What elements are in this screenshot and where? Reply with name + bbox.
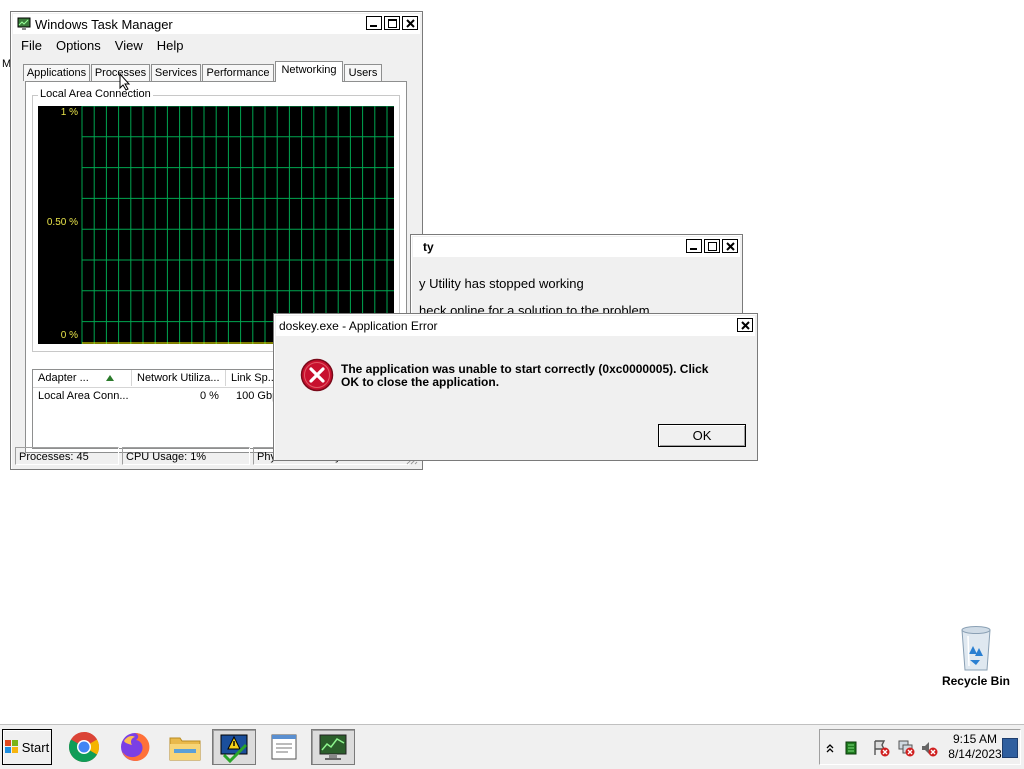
column-adapter-label: Adapter ... — [38, 372, 89, 384]
tab-services[interactable]: Services — [151, 64, 201, 81]
minimize-button[interactable] — [366, 16, 382, 30]
stopped-working-message: y Utility has stopped working — [419, 276, 584, 291]
windows-logo-icon — [4, 740, 18, 753]
close-icon — [740, 320, 750, 330]
sort-ascending-icon — [106, 375, 114, 381]
file-explorer-button[interactable] — [163, 729, 207, 765]
back-minimize-button[interactable] — [686, 239, 702, 253]
chrome-icon — [68, 732, 100, 763]
stopped-working-dialog: ty y Utility has stopped working heck on… — [410, 234, 743, 318]
minimize-icon — [370, 25, 377, 27]
error-close-button[interactable] — [737, 318, 753, 332]
error-message-line-2: OK to close the application. — [341, 375, 500, 389]
clock-time: 9:15 AM — [952, 732, 998, 746]
firefox-button[interactable] — [113, 729, 157, 765]
start-button[interactable]: Start — [2, 729, 52, 765]
status-processes: Processes: 45 — [15, 447, 119, 465]
error-titlebar[interactable]: doskey.exe - Application Error — [276, 316, 755, 336]
task-manager-title: Windows Task Manager — [35, 16, 173, 32]
volume-muted-icon[interactable] — [920, 739, 938, 757]
task-manager-tray-icon[interactable] — [845, 741, 857, 755]
minimize-icon — [690, 248, 697, 250]
tab-users[interactable]: Users — [344, 64, 382, 81]
clock[interactable]: 9:15 AM 8/14/2023 — [945, 732, 1005, 762]
maximize-button[interactable] — [384, 16, 400, 30]
back-close-button[interactable] — [722, 239, 738, 253]
graph-y-label-mid: 0.50 % — [46, 217, 78, 228]
close-button[interactable] — [402, 16, 418, 30]
status-cpu: CPU Usage: 1% — [122, 447, 250, 465]
close-icon — [405, 18, 415, 28]
maximize-icon — [707, 241, 717, 251]
clock-date: 8/14/2023 — [948, 747, 1002, 761]
tab-networking[interactable]: Networking — [275, 61, 343, 82]
action-center-warning-icon[interactable] — [872, 739, 890, 757]
menu-bar: File Options View Help — [21, 38, 197, 53]
row-link-speed: 100 Gbp — [236, 390, 279, 402]
row-utilization: 0 % — [200, 390, 219, 402]
start-label: Start — [21, 739, 50, 755]
ok-button[interactable]: OK — [658, 424, 746, 447]
close-icon — [725, 241, 735, 251]
application-error-dialog: doskey.exe - Application Error The appli… — [273, 313, 758, 461]
notification-area: 9:15 AM 8/14/2023 — [819, 729, 1021, 765]
graph-y-label-max: 1 % — [60, 107, 78, 118]
stopped-working-titlebar[interactable]: ty — [413, 237, 740, 257]
show-hidden-icons-icon[interactable] — [826, 743, 834, 753]
menu-file[interactable]: File — [21, 38, 49, 53]
menu-options[interactable]: Options — [56, 38, 108, 53]
error-title: doskey.exe - Application Error — [279, 319, 438, 333]
recycle-bin[interactable]: Recycle Bin — [941, 624, 1011, 688]
tab-performance[interactable]: Performance — [202, 64, 274, 81]
graph-grid — [81, 106, 394, 344]
graph-y-label-min: 0 % — [60, 330, 78, 341]
back-maximize-button[interactable] — [704, 239, 720, 253]
task-manager-titlebar[interactable]: Windows Task Manager — [13, 14, 420, 34]
task-manager-app-icon — [17, 17, 31, 31]
file-explorer-icon — [169, 737, 201, 761]
recycle-bin-label: Recycle Bin — [941, 674, 1011, 688]
recycle-bin-icon — [961, 626, 991, 671]
graph-group-label: Local Area Connection — [38, 88, 153, 100]
notepad-icon — [271, 734, 297, 760]
stopped-working-title: ty — [423, 240, 434, 254]
maximize-icon — [387, 18, 397, 28]
notepad-button[interactable] — [262, 729, 306, 765]
row-adapter: Local Area Conn... — [38, 390, 129, 402]
taskbar: Start 9:15 AM 8/14/2023 — [0, 724, 1024, 769]
admin-tool-icon — [220, 734, 248, 763]
firefox-icon — [121, 732, 150, 761]
chrome-button[interactable] — [62, 729, 106, 765]
admin-tool-button[interactable] — [212, 729, 256, 765]
mouse-cursor-icon — [119, 73, 131, 91]
network-disconnected-icon[interactable] — [897, 739, 915, 757]
error-icon — [300, 358, 334, 392]
task-manager-taskbar-button[interactable] — [311, 729, 355, 765]
task-manager-icon — [319, 734, 347, 760]
network-utilization-graph: 1 % 0.50 % 0 % — [38, 106, 394, 344]
column-network-utilization[interactable]: Network Utiliza... — [132, 370, 226, 386]
error-message: The application was unable to start corr… — [341, 363, 708, 389]
column-adapter[interactable]: Adapter ... — [33, 370, 132, 386]
show-desktop-button[interactable] — [1002, 738, 1018, 758]
menu-help[interactable]: Help — [157, 38, 191, 53]
menu-view[interactable]: View — [115, 38, 150, 53]
tab-applications[interactable]: Applications — [23, 64, 90, 81]
